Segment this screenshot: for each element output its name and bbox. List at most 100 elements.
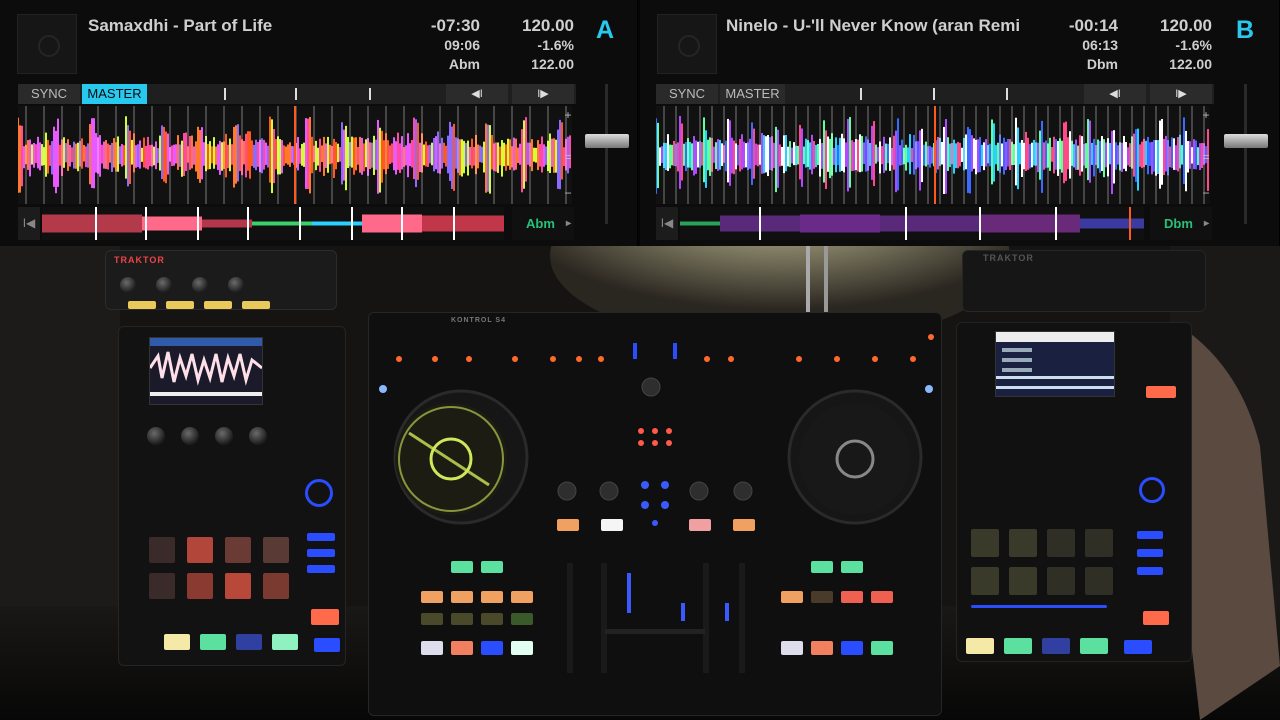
- cue-button-deck-right[interactable]: [841, 641, 863, 655]
- left-unit-pad[interactable]: [204, 301, 232, 309]
- left-unit-blue-button[interactable]: [307, 549, 335, 557]
- left-unit-pad[interactable]: [149, 573, 175, 599]
- right-unit-pad[interactable]: [1009, 529, 1037, 557]
- left-unit-blue-button[interactable]: [307, 565, 335, 573]
- left-unit-pad[interactable]: [187, 573, 213, 599]
- left-unit-knob[interactable]: [120, 277, 136, 293]
- left-unit-pad[interactable]: [225, 537, 251, 563]
- deck-a-sync-button[interactable]: SYNC: [18, 84, 80, 104]
- loop-in-button-right[interactable]: [811, 561, 833, 573]
- deck-a-key-display[interactable]: Abm ▸: [512, 207, 574, 240]
- hotcue-pad[interactable]: [451, 591, 473, 603]
- left-unit-knob[interactable]: [215, 427, 233, 445]
- deck-b-zoom-out-button[interactable]: −: [1200, 186, 1212, 200]
- left-unit-pad[interactable]: [166, 301, 194, 309]
- deck-a-skip-start-button[interactable]: I◀: [18, 207, 40, 240]
- left-unit-pad[interactable]: [149, 537, 175, 563]
- hotcue-pad[interactable]: [421, 613, 443, 625]
- hotcue-pad[interactable]: [841, 591, 863, 603]
- fader-handle[interactable]: [585, 134, 629, 148]
- loop-out-button-right[interactable]: [841, 561, 863, 573]
- hotcue-pad[interactable]: [451, 613, 473, 625]
- play-button-left[interactable]: [511, 641, 533, 655]
- left-unit-pad[interactable]: [263, 537, 289, 563]
- sync-button-left[interactable]: [451, 641, 473, 655]
- left-unit-knob[interactable]: [228, 277, 244, 293]
- left-unit-orange-button[interactable]: [311, 609, 339, 625]
- left-unit-knob[interactable]: [156, 277, 172, 293]
- cue-button-left[interactable]: [557, 519, 579, 531]
- deck-b-waveform[interactable]: [656, 106, 1210, 204]
- cue-button-right[interactable]: [689, 519, 711, 531]
- right-unit-pad[interactable]: [971, 529, 999, 557]
- deck-b-key-display[interactable]: Dbm ▸: [1150, 207, 1212, 240]
- shift-button-right[interactable]: [781, 641, 803, 655]
- deck-a-zoom-out-button[interactable]: −: [562, 186, 574, 200]
- left-bottom-button[interactable]: [236, 634, 262, 650]
- deck-b-sync-button[interactable]: SYNC: [656, 84, 718, 104]
- deck-b-beatjump-back-button[interactable]: ◀I: [1084, 84, 1146, 104]
- right-unit-blue-button[interactable]: [1137, 549, 1163, 557]
- hotcue-pad[interactable]: [481, 613, 503, 625]
- left-unit-pad[interactable]: [128, 301, 156, 309]
- cue-button-right-2[interactable]: [733, 519, 755, 531]
- headphone-cue-button[interactable]: [601, 519, 623, 531]
- left-bottom-button[interactable]: [314, 638, 340, 652]
- cue-button-deck-left[interactable]: [481, 641, 503, 655]
- hotcue-pad[interactable]: [871, 591, 893, 603]
- right-unit-pad[interactable]: [971, 567, 999, 595]
- right-bottom-button[interactable]: [1004, 638, 1032, 654]
- left-unit-pad[interactable]: [187, 537, 213, 563]
- deck-a-master-button[interactable]: MASTER: [82, 84, 147, 104]
- left-bottom-button[interactable]: [200, 634, 226, 650]
- deck-b-tempo-fader[interactable]: [1224, 84, 1268, 224]
- right-bottom-button[interactable]: [966, 638, 994, 654]
- left-unit-encoder-ring[interactable]: [305, 479, 333, 507]
- right-bottom-button[interactable]: [1124, 640, 1152, 654]
- deck-a-tempo-fader[interactable]: [585, 84, 629, 224]
- hotcue-pad[interactable]: [781, 591, 803, 603]
- deck-b-zoom-in-button[interactable]: +: [1200, 108, 1212, 122]
- right-unit-orange-button[interactable]: [1143, 611, 1169, 625]
- hotcue-pad[interactable]: [421, 591, 443, 603]
- right-bottom-button[interactable]: [1042, 638, 1070, 654]
- left-unit-knob[interactable]: [181, 427, 199, 445]
- deck-a-waveform[interactable]: [18, 106, 572, 204]
- deck-a-beatjump-forward-button[interactable]: I▶: [512, 84, 574, 104]
- deck-b-skip-start-button[interactable]: I◀: [656, 207, 678, 240]
- right-unit-pad[interactable]: [1047, 529, 1075, 557]
- hotcue-pad[interactable]: [481, 591, 503, 603]
- play-button-right[interactable]: [871, 641, 893, 655]
- deck-a-zoom-in-button[interactable]: +: [562, 108, 574, 122]
- fader-handle[interactable]: [1224, 134, 1268, 148]
- deck-a-zoom-reset-button[interactable]: =: [562, 150, 574, 164]
- hotcue-pad[interactable]: [511, 613, 533, 625]
- hotcue-pad[interactable]: [811, 591, 833, 603]
- deck-a-beatjump-back-button[interactable]: ◀I: [446, 84, 508, 104]
- deck-a-overview-waveform[interactable]: [42, 207, 504, 240]
- deck-b-overview-waveform[interactable]: [680, 207, 1144, 240]
- deck-b-zoom-reset-button[interactable]: =: [1200, 150, 1212, 164]
- right-unit-blue-button[interactable]: [1137, 567, 1163, 575]
- left-unit-knob[interactable]: [192, 277, 208, 293]
- shift-button-left[interactable]: [421, 641, 443, 655]
- right-unit-encoder-ring[interactable]: [1139, 477, 1165, 503]
- left-unit-knob[interactable]: [147, 427, 165, 445]
- right-bottom-button[interactable]: [1080, 638, 1108, 654]
- hotcue-pad[interactable]: [511, 591, 533, 603]
- sync-button-right[interactable]: [811, 641, 833, 655]
- right-unit-pad[interactable]: [1047, 567, 1075, 595]
- deck-b-beatjump-forward-button[interactable]: I▶: [1150, 84, 1212, 104]
- left-unit-pad[interactable]: [242, 301, 270, 309]
- left-unit-pad[interactable]: [225, 573, 251, 599]
- loop-out-button[interactable]: [481, 561, 503, 573]
- left-unit-knob[interactable]: [249, 427, 267, 445]
- right-unit-blue-button[interactable]: [1137, 531, 1163, 539]
- right-unit-pad[interactable]: [1009, 567, 1037, 595]
- deck-b-master-button[interactable]: MASTER: [720, 84, 785, 104]
- loop-in-button[interactable]: [451, 561, 473, 573]
- right-unit-orange-button-top[interactable]: [1146, 386, 1176, 398]
- left-unit-pad[interactable]: [263, 573, 289, 599]
- left-unit-blue-button[interactable]: [307, 533, 335, 541]
- left-bottom-button[interactable]: [272, 634, 298, 650]
